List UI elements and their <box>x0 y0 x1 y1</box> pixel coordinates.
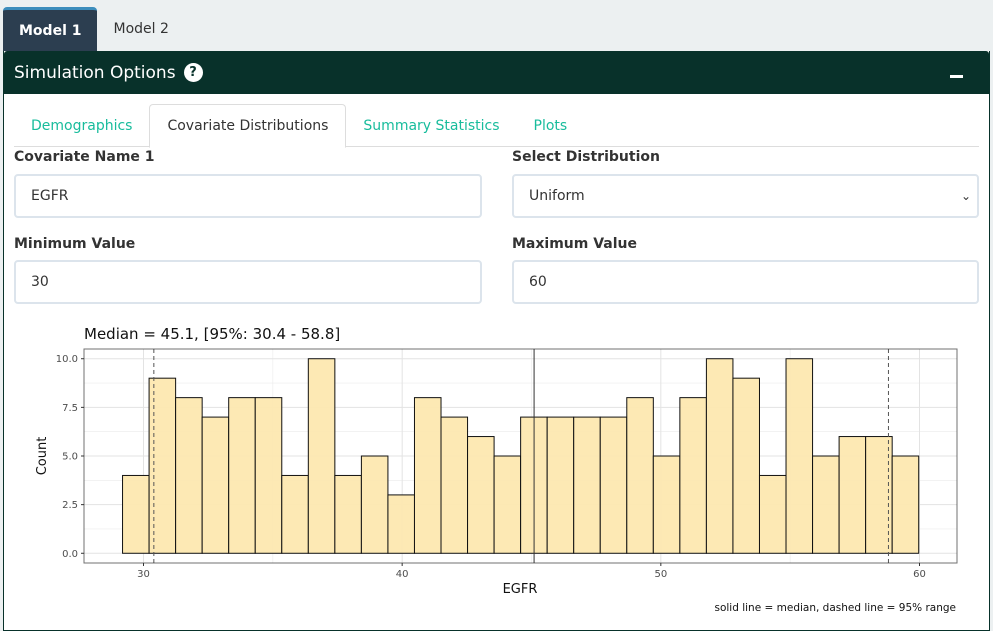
histogram-bar <box>758 474 787 554</box>
histogram-bar <box>652 455 681 554</box>
histogram-bar <box>493 455 522 554</box>
y-axis-label: Count <box>35 437 50 476</box>
x-tick-label: 60 <box>913 569 926 580</box>
histogram-bar <box>440 416 469 554</box>
y-tick-label: 5.0 <box>62 452 78 463</box>
histogram-bar <box>148 377 177 554</box>
histogram-chart: 0.0 2.5 5.0 7.5 10.0 30 40 50 60 Median = 45.1,… <box>35 325 958 614</box>
histogram-bar <box>626 397 654 554</box>
chart-title: Median = 45.1, [95%: 30.4 - 58.8] <box>84 325 340 343</box>
y-tick-label: 10.0 <box>56 354 78 365</box>
histogram-bar <box>546 416 575 554</box>
histogram-bar <box>413 397 442 554</box>
histogram-bar <box>891 455 920 554</box>
histogram-bar <box>679 397 707 554</box>
histogram-bar <box>838 436 867 554</box>
y-tick-label: 2.5 <box>62 500 78 511</box>
histogram-bar <box>573 416 601 554</box>
y-tick-label: 7.5 <box>62 403 78 414</box>
histogram-bar <box>254 397 283 554</box>
histogram-bar <box>599 416 628 554</box>
histogram-bar <box>360 455 389 554</box>
histogram-bar <box>785 358 814 554</box>
chart-caption: solid line = median, dashed line = 95% r… <box>714 602 956 614</box>
histogram-bar <box>307 358 336 554</box>
histogram-bar <box>732 377 760 554</box>
histogram-bar <box>122 474 150 554</box>
x-tick-label: 40 <box>396 569 409 580</box>
y-axis-ticks: 0.0 2.5 5.0 7.5 10.0 <box>56 354 84 560</box>
histogram-bar <box>334 474 362 554</box>
x-axis-ticks: 30 40 50 60 <box>137 563 926 580</box>
histogram-bar <box>467 436 495 554</box>
x-tick-label: 30 <box>137 569 150 580</box>
histogram-bar <box>387 494 415 554</box>
histogram-bar <box>281 474 309 554</box>
x-axis-label: EGFR <box>503 582 538 597</box>
histogram-bar <box>228 397 256 554</box>
y-tick-label: 0.0 <box>62 549 78 560</box>
histogram-bar <box>705 358 734 554</box>
histogram-bar <box>812 455 840 554</box>
histogram-bar <box>201 416 230 554</box>
histogram-bar <box>175 397 203 554</box>
x-tick-label: 50 <box>654 569 667 580</box>
